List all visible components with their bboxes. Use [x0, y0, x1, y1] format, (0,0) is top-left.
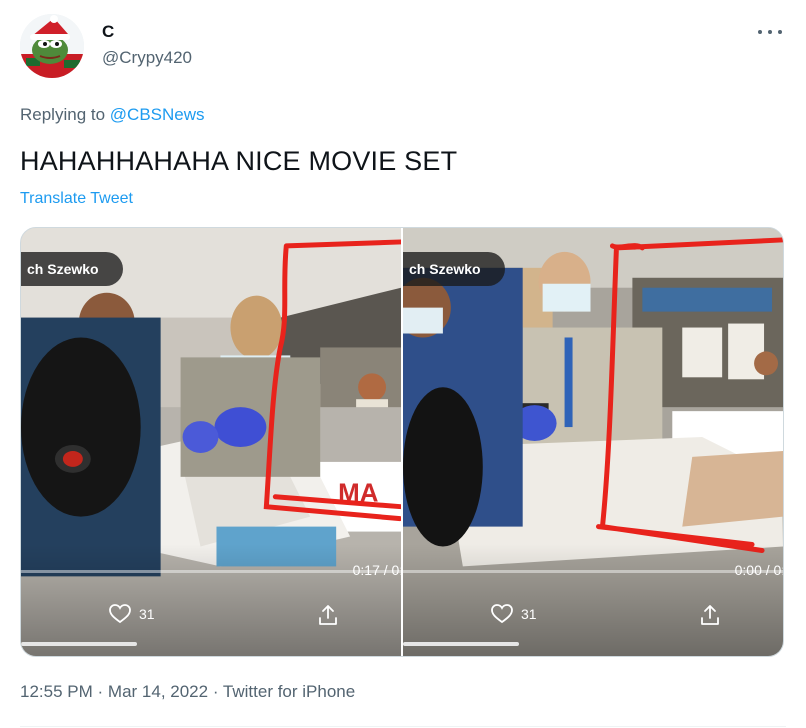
share-button[interactable] [317, 604, 339, 631]
video-author-chip[interactable]: ch Szewko [21, 252, 123, 286]
video-player-1[interactable]: MA ch Szewko 0:17 / 0:4 31 [21, 228, 401, 656]
video-time: 0:00 / 0:4 [734, 562, 783, 578]
like-button[interactable]: 31 [491, 604, 537, 624]
heart-icon [491, 604, 513, 624]
video-player-2[interactable]: ch Szewko 0:00 / 0:4 31 [403, 228, 783, 656]
author-handle[interactable]: @Crypy420 [102, 48, 192, 68]
divider [20, 726, 786, 727]
translate-tweet-link[interactable]: Translate Tweet [20, 190, 133, 208]
author-name[interactable]: C [102, 22, 114, 42]
replying-prefix: Replying to [20, 105, 106, 124]
meta-separator: · [212, 682, 219, 701]
video-author-chip[interactable]: ch Szewko [403, 252, 505, 286]
like-count: 31 [139, 606, 155, 622]
scrub-indicator[interactable] [21, 642, 137, 646]
controls-shade [403, 544, 783, 656]
like-count: 31 [521, 606, 537, 622]
replying-to: Replying to @CBSNews [20, 105, 205, 125]
more-options-icon[interactable] [758, 24, 782, 40]
reply-target-link[interactable]: @CBSNews [110, 105, 205, 124]
share-icon [319, 605, 337, 625]
tweet-time[interactable]: 12:55 PM [20, 682, 93, 701]
tweet-text: HAHAHHAHAHA NICE MOVIE SET [20, 146, 458, 176]
like-button[interactable]: 31 [109, 604, 155, 624]
tweet-meta: 12:55 PM · Mar 14, 2022 · Twitter for iP… [20, 682, 355, 702]
video-time: 0:17 / 0:4 [352, 562, 401, 578]
meta-separator: · [97, 682, 104, 701]
media-grid: MA ch Szewko 0:17 / 0:4 31 [20, 227, 784, 657]
avatar[interactable] [20, 14, 84, 78]
tweet-source[interactable]: Twitter for iPhone [223, 682, 355, 701]
pepe-santa-avatar-icon [20, 14, 84, 78]
share-icon [701, 605, 719, 625]
progress-bar[interactable] [403, 570, 783, 573]
heart-icon [109, 604, 131, 624]
share-button[interactable] [699, 604, 721, 631]
progress-bar[interactable] [21, 570, 401, 573]
tweet-date[interactable]: Mar 14, 2022 [108, 682, 208, 701]
controls-shade [21, 544, 401, 656]
scrub-indicator[interactable] [403, 642, 519, 646]
